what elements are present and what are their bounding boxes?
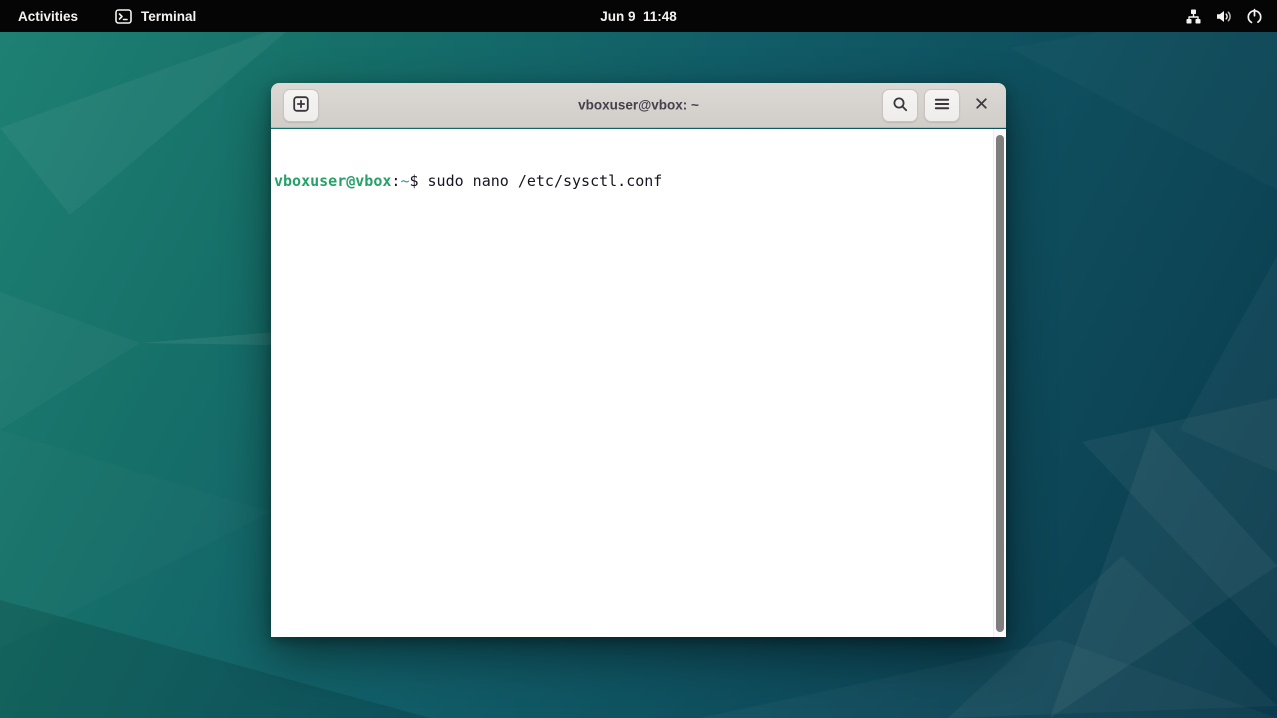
prompt-symbol: $ [409,172,418,190]
menu-button[interactable] [924,89,960,122]
scrollbar[interactable] [993,129,1006,637]
terminal-window: vboxuser@vbox: ~ [271,83,1006,637]
typed-command: sudo nano /etc/sysctl.conf [419,172,663,190]
scrollbar-thumb[interactable] [996,135,1004,632]
prompt-line: vboxuser@vbox:~$sudo nano /etc/sysctl.co… [274,172,990,191]
search-button[interactable] [882,89,918,122]
window-title: vboxuser@vbox: ~ [578,98,699,113]
headerbar[interactable]: vboxuser@vbox: ~ [271,83,1006,128]
hamburger-menu-icon [933,95,951,116]
terminal-app-icon [114,7,133,26]
volume-icon [1214,7,1234,26]
search-icon [891,95,909,116]
top-bar: Activities Terminal Jun 9 11:48 [0,0,1277,32]
network-wired-icon [1184,7,1203,26]
system-status-area[interactable] [1184,0,1264,32]
app-menu-label: Terminal [141,9,196,24]
power-icon [1245,7,1264,26]
clock-button[interactable]: Jun 9 11:48 [596,9,681,24]
prompt-user-host: vboxuser@vbox [274,172,391,190]
app-menu-button[interactable]: Terminal [114,7,196,26]
close-icon [974,96,989,114]
activities-button[interactable]: Activities [14,9,82,24]
new-tab-button[interactable] [283,89,319,122]
terminal-content[interactable]: vboxuser@vbox:~$sudo nano /etc/sysctl.co… [271,129,1006,637]
new-tab-icon [292,95,310,116]
close-button[interactable] [966,90,996,120]
